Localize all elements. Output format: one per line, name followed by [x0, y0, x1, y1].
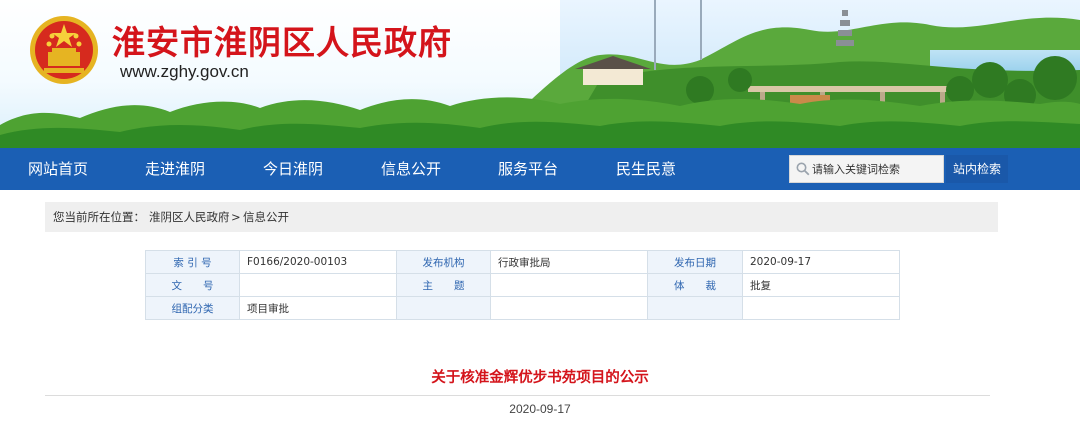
genre-value: 批复: [742, 273, 900, 297]
genre-label: 体 裁: [647, 273, 743, 297]
search-icon: [796, 162, 810, 176]
category-label: 组配分类: [145, 296, 240, 320]
table-row: 文 号 主 题 体 裁 批复: [145, 273, 900, 297]
breadcrumb-prefix: 您当前所在位置：: [53, 210, 145, 224]
national-emblem-icon: [30, 16, 98, 84]
site-banner: 淮安市淮阴区人民政府 www.zghy.gov.cn: [0, 0, 1080, 148]
nav-item-services[interactable]: 服务平台: [498, 148, 558, 190]
breadcrumb-separator: >: [231, 210, 241, 224]
subject-value: [490, 273, 648, 297]
breadcrumb: 您当前所在位置： 淮阴区人民政府 > 信息公开: [45, 202, 998, 232]
table-row: 索 引 号 F0166/2020-00103 发布机构 行政审批局 发布日期 2…: [145, 250, 900, 274]
breadcrumb-home[interactable]: 淮阴区人民政府: [149, 202, 230, 232]
category-value: 项目审批: [239, 296, 397, 320]
site-url: www.zghy.gov.cn: [120, 62, 249, 81]
empty-cell: [396, 296, 491, 320]
empty-cell: [742, 296, 900, 320]
publisher-value: 行政审批局: [490, 250, 648, 274]
document-info-table: 索 引 号 F0166/2020-00103 发布机构 行政审批局 发布日期 2…: [145, 250, 900, 320]
empty-cell: [647, 296, 743, 320]
search-input[interactable]: [812, 156, 940, 182]
nav-item-today[interactable]: 今日淮阴: [263, 148, 323, 190]
empty-cell: [490, 296, 648, 320]
subject-label: 主 题: [396, 273, 491, 297]
site-title: 淮安市淮阴区人民政府: [112, 23, 452, 62]
publisher-label: 发布机构: [396, 250, 491, 274]
table-row: 组配分类 项目审批: [145, 296, 900, 320]
article-date: 2020-09-17: [509, 402, 571, 416]
index-number-label: 索 引 号: [145, 250, 240, 274]
nav-item-info-open[interactable]: 信息公开: [381, 148, 441, 190]
nav-item-about[interactable]: 走进淮阴: [145, 148, 205, 190]
document-number-value: [239, 273, 397, 297]
publish-date-value: 2020-09-17: [742, 250, 900, 274]
publish-date-label: 发布日期: [647, 250, 743, 274]
search-box: [789, 155, 944, 183]
index-number-value: F0166/2020-00103: [239, 250, 397, 274]
document-number-label: 文 号: [145, 273, 240, 297]
search-button[interactable]: 站内检索: [946, 155, 1008, 183]
article-title: 关于核准金辉优步书苑项目的公示: [431, 370, 649, 386]
nav-item-home[interactable]: 网站首页: [28, 148, 88, 190]
breadcrumb-current[interactable]: 信息公开: [243, 202, 289, 232]
nav-item-public-voice[interactable]: 民生民意: [616, 148, 676, 190]
divider: [45, 395, 990, 396]
